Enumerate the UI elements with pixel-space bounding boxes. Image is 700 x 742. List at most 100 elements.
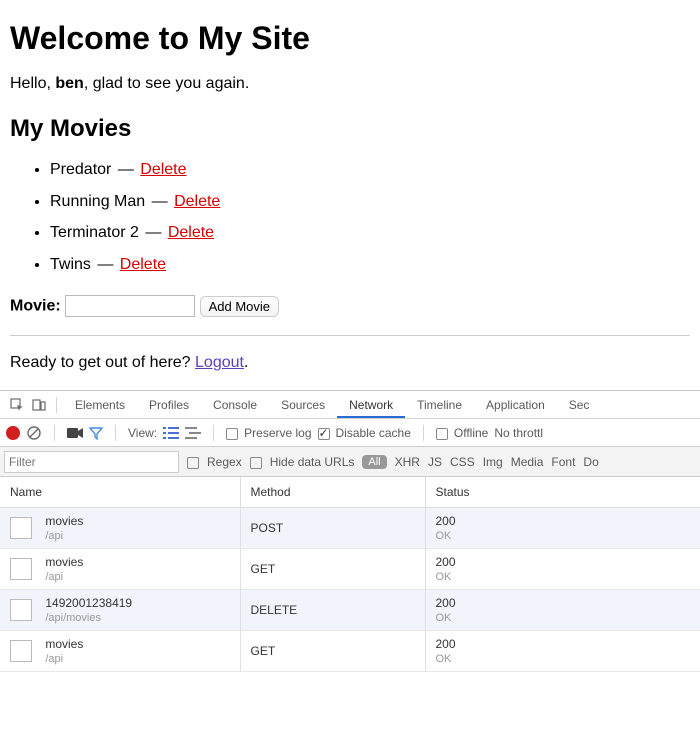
devtools-tabs: Elements Profiles Console Sources Networ… [0, 391, 700, 419]
filter-type-all[interactable]: All [362, 455, 386, 469]
preserve-log-checkbox[interactable] [226, 428, 238, 440]
movie-title: Terminator 2 [50, 224, 139, 241]
delete-link[interactable]: Delete [140, 161, 186, 178]
request-method: GET [240, 549, 425, 590]
table-row[interactable]: movies /api GET 200 OK [0, 631, 700, 672]
tab-timeline[interactable]: Timeline [405, 392, 474, 418]
status-text: OK [436, 653, 452, 665]
logout-prompt: Ready to get out of here? [10, 354, 195, 371]
table-row[interactable]: movies /api GET 200 OK [0, 549, 700, 590]
inspect-icon[interactable] [6, 398, 28, 412]
disable-cache-label: Disable cache [336, 426, 411, 440]
list-item: Running Man — Delete [50, 189, 690, 215]
filter-bar: Regex Hide data URLs All XHR JS CSS Img … [0, 447, 700, 477]
separator: — [113, 161, 138, 178]
filter-type-font[interactable]: Font [551, 455, 575, 469]
logout-period: . [244, 354, 248, 371]
separator [54, 425, 55, 441]
offline-checkbox[interactable] [436, 428, 448, 440]
logout-row: Ready to get out of here? Logout. [10, 354, 690, 372]
separator: — [141, 224, 166, 241]
col-name[interactable]: Name [0, 477, 240, 508]
request-method: DELETE [240, 590, 425, 631]
table-row[interactable]: 1492001238419 /api/movies DELETE 200 OK [0, 590, 700, 631]
request-method: GET [240, 631, 425, 672]
status-text: OK [436, 571, 452, 583]
clear-icon[interactable] [26, 425, 42, 441]
disable-cache-checkbox[interactable] [318, 428, 330, 440]
regex-label: Regex [207, 455, 242, 469]
add-movie-form: Movie: Add Movie [10, 295, 690, 317]
username: ben [55, 75, 83, 92]
request-path: /api [45, 653, 63, 665]
filter-type-media[interactable]: Media [511, 455, 544, 469]
greeting: Hello, ben, glad to see you again. [10, 75, 690, 93]
delete-link[interactable]: Delete [174, 193, 220, 210]
tab-network[interactable]: Network [337, 392, 405, 418]
movie-label: Movie: [10, 298, 61, 315]
request-path: /api [45, 571, 63, 583]
table-row[interactable]: movies /api POST 200 OK [0, 508, 700, 549]
tab-console[interactable]: Console [201, 392, 269, 418]
tab-elements[interactable]: Elements [63, 392, 137, 418]
separator [423, 425, 424, 441]
record-icon[interactable] [6, 426, 20, 440]
request-icon [10, 517, 32, 539]
request-icon [10, 599, 32, 621]
movie-title: Running Man [50, 193, 145, 210]
list-view-icon[interactable] [163, 427, 179, 439]
divider [10, 335, 690, 336]
separator [56, 397, 57, 413]
movies-heading: My Movies [10, 115, 690, 143]
request-name: movies [45, 637, 83, 651]
filter-input[interactable] [4, 451, 179, 473]
hide-data-urls-checkbox[interactable] [250, 457, 262, 469]
separator [213, 425, 214, 441]
filter-type-css[interactable]: CSS [450, 455, 475, 469]
request-method: POST [240, 508, 425, 549]
view-label: View: [128, 426, 157, 440]
filter-type-js[interactable]: JS [428, 455, 442, 469]
tab-application[interactable]: Application [474, 392, 557, 418]
request-icon [10, 558, 32, 580]
separator: — [93, 256, 118, 273]
page-title: Welcome to My Site [10, 20, 690, 57]
hide-data-urls-label: Hide data URLs [270, 455, 355, 469]
movie-title: Twins [50, 256, 91, 273]
tab-security[interactable]: Sec [557, 392, 602, 418]
list-item: Terminator 2 — Delete [50, 220, 690, 246]
status-code: 200 [436, 555, 456, 569]
throttle-select[interactable]: No throttl [494, 426, 543, 440]
delete-link[interactable]: Delete [120, 256, 166, 273]
filter-type-doc[interactable]: Do [583, 455, 598, 469]
logout-link[interactable]: Logout [195, 354, 244, 371]
request-name: movies [45, 555, 83, 569]
network-table: Name Method Status movies /api POST 200 … [0, 477, 700, 672]
tree-view-icon[interactable] [185, 427, 201, 439]
status-code: 200 [436, 596, 456, 610]
filter-type-xhr[interactable]: XHR [395, 455, 420, 469]
request-path: /api [45, 530, 63, 542]
add-movie-button[interactable]: Add Movie [200, 296, 279, 317]
separator: — [147, 193, 172, 210]
devtools-panel: Elements Profiles Console Sources Networ… [0, 390, 700, 672]
status-code: 200 [436, 514, 456, 528]
offline-label: Offline [454, 426, 488, 440]
greeting-suffix: , glad to see you again. [84, 75, 249, 92]
filter-type-img[interactable]: Img [483, 455, 503, 469]
regex-checkbox[interactable] [187, 457, 199, 469]
filter-icon[interactable] [89, 426, 103, 440]
request-path: /api/movies [45, 612, 101, 624]
device-icon[interactable] [28, 398, 50, 412]
tab-sources[interactable]: Sources [269, 392, 337, 418]
list-item: Predator — Delete [50, 157, 690, 183]
delete-link[interactable]: Delete [168, 224, 214, 241]
movies-list: Predator — Delete Running Man — Delete T… [10, 157, 690, 277]
movie-input[interactable] [65, 295, 195, 317]
request-icon [10, 640, 32, 662]
camera-icon[interactable] [67, 427, 83, 439]
movie-title: Predator [50, 161, 111, 178]
tab-profiles[interactable]: Profiles [137, 392, 201, 418]
col-status[interactable]: Status [425, 477, 700, 508]
col-method[interactable]: Method [240, 477, 425, 508]
